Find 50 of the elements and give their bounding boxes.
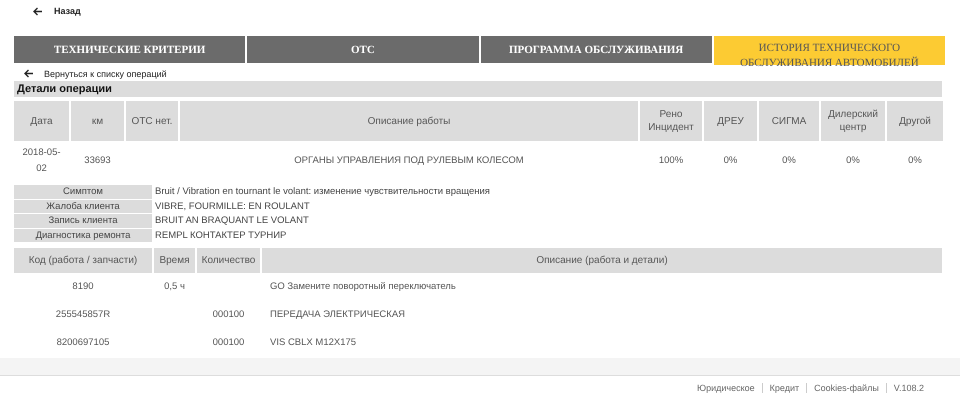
tab[interactable]: ОТС [247,36,478,63]
table-cell-text: 255545857R [56,308,110,322]
table-cell-text: GO Замените поворотный переключатель [270,280,456,294]
detail-value: Bruit / Vibration en tournant le volant: изменение чувствительности вращения [154,185,490,199]
section-title: Детали операции [14,81,942,97]
table-cell-text: 0% [724,154,738,168]
detail-value: REMPL КОНТАКТЕР ТУРНИР [154,228,286,242]
back-arrow-icon [24,69,34,78]
column-header: Количество [197,248,260,273]
detail-label: Жалоба клиента [14,200,152,214]
table-cell-text: 000100 [212,308,244,322]
back-arrow-icon [33,6,43,16]
table-cell-text: 0% [782,154,796,168]
table-cell-text: VIS CBLX M12X175 [270,336,356,350]
table-cell-text: ОРГАНЫ УПРАВЛЕНИЯ ПОД РУЛЕВЫМ КОЛЕСОМ [294,154,524,168]
table-cell-text: 33693 [84,154,111,168]
table-cell-text: ПЕРЕДАЧА ЭЛЕКТРИЧЕСКАЯ [270,308,406,322]
table-cell-text: 0% [908,154,922,168]
column-header: Дата [14,101,69,141]
column-header: Время [154,248,195,273]
table-cell-text: 8190 [72,280,94,294]
footer-link[interactable]: Юридическое [697,383,755,393]
tab[interactable]: ПРОГРАММА ОБСЛУЖИВАНИЯ [480,36,712,63]
footer-link[interactable]: Cookies-файлы [814,383,879,393]
column-header: ОТС нет. [126,101,178,141]
footer-link[interactable]: V.108.2 [894,383,924,393]
table-cell-text: 8200697105 [56,336,110,350]
table-cell-text: 100% [658,154,684,168]
column-header: ДРЕУ [704,101,757,141]
column-header: Рено Инцидент [640,101,702,141]
return-link[interactable]: Вернуться к списку операций [14,68,945,79]
column-header: Код (работа / запчасти) [14,248,152,273]
table-cell-text: 2018-05-02 [21,146,62,176]
column-header: Описание (работа и детали) [262,248,942,273]
back-link[interactable]: Назад [33,6,81,16]
table-cell-text: 0% [846,154,860,168]
detail-value: VIBRE, FOURMILLE: EN ROULANT [154,200,310,214]
detail-label: Симптом [14,185,152,200]
detail-label: Запись клиента [14,214,152,228]
column-header: СИГМА [759,101,819,141]
column-header: Дилерский центр [821,101,885,141]
column-header: Другой [887,101,943,141]
detail-label: Диагностика ремонта [14,228,152,243]
column-header: Описание работы [180,101,638,141]
tab[interactable]: ТЕХНИЧЕСКИЕ КРИТЕРИИ [14,36,246,63]
footer-link[interactable]: Кредит [770,383,800,393]
table-cell-text: 000100 [212,336,244,350]
detail-value: BRUIT AN BRAQUANT LE VOLANT [154,214,309,228]
table-cell-text: 0,5 ч [164,280,185,294]
column-header: км [71,101,124,141]
